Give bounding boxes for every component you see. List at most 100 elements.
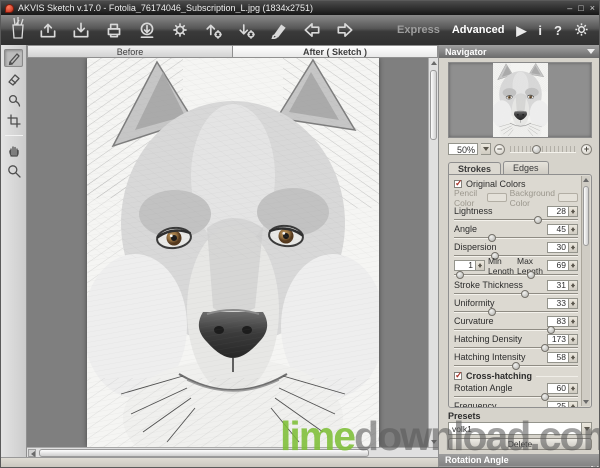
spinner[interactable] xyxy=(476,260,485,271)
value-field[interactable]: 28 xyxy=(547,206,569,217)
value-field[interactable]: 25 xyxy=(547,401,569,409)
slider-track[interactable] xyxy=(454,237,578,239)
canvas-horizontal-scrollbar[interactable] xyxy=(27,447,438,457)
length-range-track[interactable] xyxy=(454,274,578,276)
value-field[interactable]: 30 xyxy=(547,242,569,253)
zoom-slider-thumb[interactable] xyxy=(532,145,541,154)
value-field[interactable]: 58 xyxy=(547,352,569,363)
slider-track[interactable] xyxy=(454,347,578,349)
run-button[interactable]: ▶ xyxy=(516,24,526,37)
redo-icon[interactable] xyxy=(331,18,359,42)
horizontal-scroll-thumb[interactable] xyxy=(39,449,369,457)
value-field[interactable]: 31 xyxy=(547,280,569,291)
min-length-field[interactable]: 1 xyxy=(454,260,476,271)
spinner[interactable] xyxy=(569,298,578,309)
hand-tool[interactable] xyxy=(4,141,23,159)
slider-track[interactable] xyxy=(454,255,578,257)
batch-processing-gear-icon[interactable] xyxy=(166,18,194,42)
zoom-dropdown-button[interactable] xyxy=(481,143,491,155)
preset-combobox[interactable]: volk1 xyxy=(448,422,592,435)
strokes-settings-box: Original Colors Pencil Color Background … xyxy=(448,174,592,408)
original-colors-checkbox[interactable] xyxy=(454,180,462,188)
tab-before[interactable]: Before xyxy=(27,45,233,58)
import-presets-button[interactable] xyxy=(199,18,227,42)
help-button[interactable]: ? xyxy=(554,24,562,37)
value-field[interactable]: 83 xyxy=(547,316,569,327)
vertical-scroll-thumb[interactable] xyxy=(430,70,437,140)
zoom-in-button[interactable]: + xyxy=(581,144,592,155)
slider-lightness: Lightness 28 xyxy=(454,205,578,223)
open-image-button[interactable] xyxy=(34,18,62,42)
value-field[interactable]: 173 xyxy=(547,334,569,345)
spinner[interactable] xyxy=(569,352,578,363)
sketch-image[interactable] xyxy=(87,58,379,447)
spinner[interactable] xyxy=(569,334,578,345)
spinner[interactable] xyxy=(569,224,578,235)
cross-hatching-row[interactable]: Cross-hatching xyxy=(454,370,578,382)
crop-tool[interactable] xyxy=(4,112,23,130)
settings-scrollbar[interactable] xyxy=(581,176,590,406)
slider-track[interactable] xyxy=(454,311,578,313)
info-button[interactable]: i xyxy=(538,24,542,37)
slider-label: Lightness xyxy=(454,206,493,216)
spinner[interactable] xyxy=(569,280,578,291)
pencil-tool[interactable] xyxy=(4,49,23,67)
settings-scroll-thumb[interactable] xyxy=(583,186,589,246)
smudge-tool[interactable] xyxy=(4,91,23,109)
spinner[interactable] xyxy=(569,260,578,271)
spinner[interactable] xyxy=(569,316,578,327)
background-color-swatch[interactable] xyxy=(558,193,578,202)
spinner[interactable] xyxy=(569,242,578,253)
scroll-down-icon[interactable] xyxy=(431,440,437,444)
slider-label: Dispersion xyxy=(454,242,497,252)
slider-track[interactable] xyxy=(454,219,578,221)
spinner[interactable] xyxy=(569,206,578,217)
maximize-button[interactable]: □ xyxy=(578,2,583,14)
app-window: AKVIS Sketch v.17.0 - Fotolia_76174046_S… xyxy=(0,0,600,468)
spinner[interactable] xyxy=(569,401,578,409)
print-button[interactable] xyxy=(100,18,128,42)
value-field[interactable]: 60 xyxy=(547,383,569,394)
preset-dropdown-button[interactable] xyxy=(582,422,592,435)
pencil-color-swatch[interactable] xyxy=(487,193,507,202)
postprocess-marker-icon[interactable] xyxy=(265,18,293,42)
scroll-up-icon[interactable] xyxy=(431,61,437,65)
cross-hatching-checkbox[interactable] xyxy=(454,372,462,380)
slider-track[interactable] xyxy=(454,365,578,367)
slider-track[interactable] xyxy=(454,329,578,331)
publish-button[interactable] xyxy=(133,18,161,42)
navigator-collapse-icon[interactable] xyxy=(587,49,595,54)
close-button[interactable]: × xyxy=(590,2,595,14)
zoom-value-field[interactable]: 50% xyxy=(448,143,478,155)
value-field[interactable]: 33 xyxy=(547,298,569,309)
scroll-left-button[interactable] xyxy=(28,449,36,457)
express-mode-button[interactable]: Express xyxy=(397,24,440,36)
zoom-tool[interactable] xyxy=(4,162,23,180)
slider-label: Hatching Intensity xyxy=(454,352,526,362)
tab-edges[interactable]: Edges xyxy=(503,161,549,174)
slider-thumb[interactable] xyxy=(512,362,520,370)
tab-after[interactable]: After ( Sketch ) xyxy=(233,45,438,58)
canvas-vertical-scrollbar[interactable] xyxy=(428,58,438,447)
max-length-field[interactable]: 69 xyxy=(547,260,569,271)
image-canvas[interactable] xyxy=(27,58,438,457)
navigator-thumbnail[interactable] xyxy=(448,62,592,138)
minimize-button[interactable]: – xyxy=(567,2,572,14)
value-field[interactable]: 45 xyxy=(547,224,569,235)
eraser-tool[interactable] xyxy=(4,70,23,88)
undo-icon[interactable] xyxy=(298,18,326,42)
min-length-thumb[interactable] xyxy=(456,271,464,279)
preferences-gear-icon[interactable] xyxy=(574,22,589,39)
navigator-header[interactable]: Navigator xyxy=(439,45,600,58)
delete-preset-button[interactable]: Delete xyxy=(448,438,592,450)
zoom-slider[interactable] xyxy=(510,144,576,155)
save-image-button[interactable] xyxy=(67,18,95,42)
slider-track[interactable] xyxy=(454,293,578,295)
zoom-out-button[interactable]: − xyxy=(494,144,505,155)
spinner[interactable] xyxy=(569,383,578,394)
preset-value[interactable]: volk1 xyxy=(448,422,582,435)
max-length-thumb[interactable] xyxy=(527,271,535,279)
slider-track[interactable] xyxy=(454,396,578,398)
export-presets-button[interactable] xyxy=(232,18,260,42)
advanced-mode-button[interactable]: Advanced xyxy=(452,24,505,36)
